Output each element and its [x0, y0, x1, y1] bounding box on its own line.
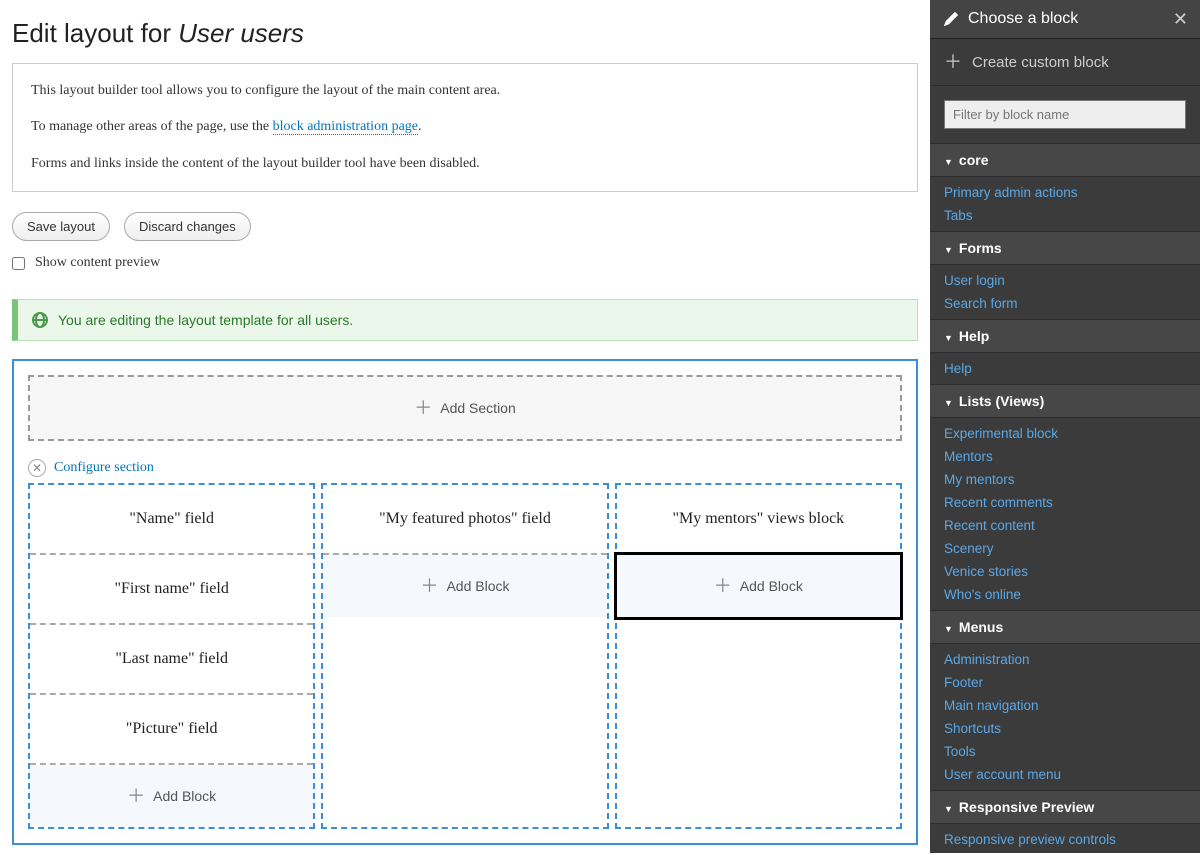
block-picture-field[interactable]: "Picture" field: [30, 695, 313, 765]
configure-section-link[interactable]: Configure section: [54, 460, 154, 476]
category-responsive-preview[interactable]: Responsive Preview: [930, 790, 1200, 824]
block-link[interactable]: Recent comments: [930, 491, 1200, 514]
filter-input[interactable]: [944, 100, 1186, 129]
block-link[interactable]: My mentors: [930, 468, 1200, 491]
block-firstname-field[interactable]: "First name" field: [30, 555, 313, 625]
info-p2: To manage other areas of the page, use t…: [31, 116, 899, 138]
block-admin-link[interactable]: block administration page: [273, 119, 418, 135]
plus-icon: ＋: [714, 577, 732, 595]
category-core[interactable]: core: [930, 143, 1200, 177]
layout-builder: ＋ Add Section ✕ Configure section "Name"…: [12, 359, 918, 845]
block-link[interactable]: Administration: [930, 648, 1200, 671]
section-columns: "Name" field "First name" field "Last na…: [28, 483, 902, 829]
plus-icon: ＋: [414, 399, 432, 417]
block-link[interactable]: Recent content: [930, 514, 1200, 537]
info-p3: Forms and links inside the content of th…: [31, 153, 899, 175]
add-block-col3[interactable]: ＋ Add Block: [617, 555, 900, 617]
plus-icon: ＋: [127, 787, 145, 805]
info-p1: This layout builder tool allows you to c…: [31, 80, 899, 102]
category-menus[interactable]: Menus: [930, 610, 1200, 644]
block-link[interactable]: Who's online: [930, 583, 1200, 606]
show-preview-checkbox[interactable]: [12, 257, 25, 270]
category-group: Responsive preview controls: [930, 824, 1200, 853]
block-link[interactable]: Shortcuts: [930, 717, 1200, 740]
show-preview-row[interactable]: Show content preview: [12, 255, 918, 271]
block-link[interactable]: Responsive preview controls: [930, 828, 1200, 851]
create-custom-block[interactable]: ＋ Create custom block: [930, 39, 1200, 86]
category-group: Experimental blockMentorsMy mentorsRecen…: [930, 418, 1200, 610]
info-box: This layout builder tool allows you to c…: [12, 63, 918, 192]
show-preview-label: Show content preview: [35, 255, 160, 271]
plus-icon: ＋: [944, 53, 962, 71]
block-my-mentors-views[interactable]: "My mentors" views block: [617, 485, 900, 555]
plus-icon: ＋: [420, 577, 438, 595]
category-group: Primary admin actionsTabs: [930, 177, 1200, 231]
block-featured-photos-field[interactable]: "My featured photos" field: [323, 485, 606, 555]
sidebar-search: [930, 86, 1200, 143]
block-link[interactable]: Mentors: [930, 445, 1200, 468]
save-layout-button[interactable]: Save layout: [12, 212, 110, 241]
column-3: "My mentors" views block ＋ Add Block: [615, 483, 902, 829]
status-text: You are editing the layout template for …: [58, 312, 353, 328]
title-prefix: Edit layout for: [12, 18, 178, 48]
add-block-col2[interactable]: ＋ Add Block: [323, 555, 606, 617]
title-entity: User users: [178, 18, 304, 48]
discard-changes-button[interactable]: Discard changes: [124, 212, 251, 241]
status-message: You are editing the layout template for …: [12, 299, 918, 341]
block-link[interactable]: Search form: [930, 292, 1200, 315]
block-lastname-field[interactable]: "Last name" field: [30, 625, 313, 695]
category-group: AdministrationFooterMain navigationShort…: [930, 644, 1200, 790]
block-name-field[interactable]: "Name" field: [30, 485, 313, 555]
block-link[interactable]: Tools: [930, 740, 1200, 763]
block-link[interactable]: Primary admin actions: [930, 181, 1200, 204]
block-link[interactable]: Scenery: [930, 537, 1200, 560]
globe-icon: [32, 312, 48, 328]
column-2: "My featured photos" field ＋ Add Block: [321, 483, 608, 829]
block-link[interactable]: Help: [930, 357, 1200, 380]
block-link[interactable]: Main navigation: [930, 694, 1200, 717]
block-link[interactable]: User account menu: [930, 763, 1200, 786]
section-header: ✕ Configure section: [28, 459, 902, 477]
category-forms[interactable]: Forms: [930, 231, 1200, 265]
remove-section-icon[interactable]: ✕: [28, 459, 46, 477]
block-link[interactable]: Tabs: [930, 204, 1200, 227]
column-1: "Name" field "First name" field "Last na…: [28, 483, 315, 829]
block-link[interactable]: User login: [930, 269, 1200, 292]
category-lists-views-[interactable]: Lists (Views): [930, 384, 1200, 418]
actions-row: Save layout Discard changes: [12, 212, 918, 241]
block-link[interactable]: Footer: [930, 671, 1200, 694]
close-icon[interactable]: ✕: [1173, 9, 1188, 30]
block-sidebar: Choose a block ✕ ＋ Create custom block c…: [930, 0, 1200, 853]
pencil-icon: [944, 12, 958, 26]
add-block-col1[interactable]: ＋ Add Block: [30, 765, 313, 827]
block-link[interactable]: Venice stories: [930, 560, 1200, 583]
page-title: Edit layout for User users: [12, 18, 918, 49]
block-link[interactable]: Experimental block: [930, 422, 1200, 445]
category-group: User loginSearch form: [930, 265, 1200, 319]
add-section-button[interactable]: ＋ Add Section: [28, 375, 902, 441]
sidebar-title: Choose a block ✕: [930, 0, 1200, 39]
category-help[interactable]: Help: [930, 319, 1200, 353]
category-group: Help: [930, 353, 1200, 384]
